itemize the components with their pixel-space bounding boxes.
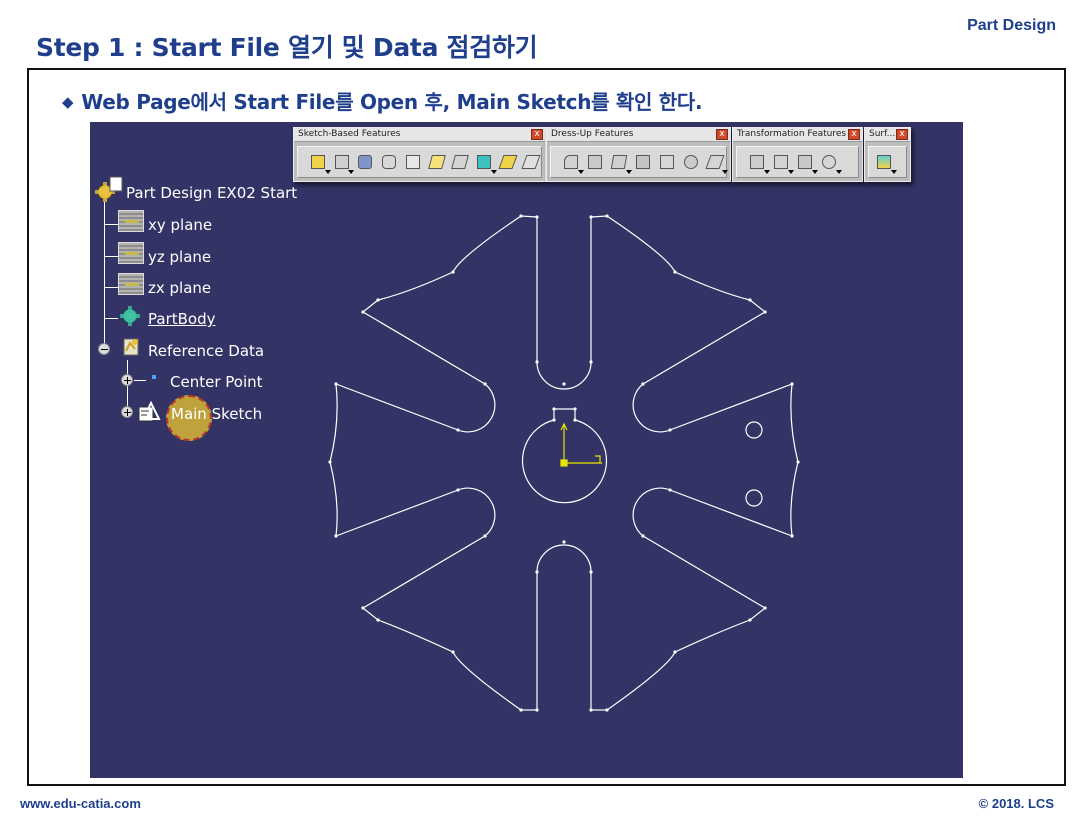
toolbar-buttons — [736, 146, 859, 178]
shaft-icon — [358, 155, 373, 169]
hole-icon — [405, 155, 420, 169]
tree-item-zx-plane[interactable]: zx plane — [148, 279, 211, 297]
toolbar-title: Dress-Up Features — [551, 129, 634, 139]
draft-button[interactable] — [609, 152, 632, 174]
outer-arc-top-left — [377, 215, 522, 301]
outer-arc-right — [790, 383, 799, 537]
rib-button[interactable] — [427, 152, 447, 172]
toolbar-dress-up-features[interactable]: Dress-Up Features x — [546, 127, 731, 182]
instruction-line: ◆ Web Page에서 Start File를 Open 후, Main Ske… — [62, 86, 703, 115]
pattern-icon — [798, 155, 812, 169]
thickness-icon — [660, 155, 674, 169]
split-button[interactable] — [874, 152, 897, 174]
thickness-button[interactable] — [657, 152, 677, 172]
chamfer-icon — [588, 155, 602, 169]
translation-icon — [750, 155, 764, 169]
slot-button[interactable] — [450, 152, 470, 172]
yz-plane-icon — [118, 242, 144, 264]
removed-multi-section-icon — [521, 155, 541, 169]
translation-button[interactable] — [747, 152, 770, 174]
close-icon[interactable]: x — [716, 129, 728, 140]
stiffener-button[interactable] — [474, 152, 497, 174]
shell-icon — [636, 155, 650, 169]
outer-arc-bottom-right — [606, 607, 766, 711]
hole-button[interactable] — [403, 152, 423, 172]
outer-arc-top-right — [606, 215, 751, 301]
toolbar-surface-based[interactable]: Surf... x — [864, 127, 911, 182]
upper-left-slot — [335, 311, 496, 433]
stiffener-icon — [476, 155, 491, 169]
document-icon — [109, 176, 123, 192]
groove-button[interactable] — [379, 152, 399, 172]
multi-section-solid-button[interactable] — [498, 152, 518, 172]
toolbar-title-bar[interactable]: Surf... x — [865, 128, 910, 142]
tree-item-center-point[interactable]: Center Point — [170, 373, 263, 391]
scaling-button[interactable] — [819, 152, 842, 174]
toolbar-buttons — [550, 146, 728, 178]
tree-item-reference-data[interactable]: Reference Data — [148, 342, 264, 360]
multi-section-solid-icon — [498, 155, 518, 169]
outer-arc-bottom-left — [362, 607, 522, 711]
toolbar-title-bar[interactable]: Transformation Features x — [733, 128, 862, 142]
hole-upper — [745, 421, 763, 439]
zx-plane-icon — [118, 273, 144, 295]
chamfer-button[interactable] — [585, 152, 605, 172]
mirror-button[interactable] — [771, 152, 794, 174]
tree-item-xy-plane[interactable]: xy plane — [148, 216, 212, 234]
bullet-diamond-icon: ◆ — [62, 93, 74, 111]
close-icon[interactable]: x — [848, 129, 860, 140]
toolbar-transformation-features[interactable]: Transformation Features x — [732, 127, 863, 182]
point-icon — [152, 375, 156, 379]
footer-website: www.edu-catia.com — [20, 796, 141, 811]
lower-left-slot — [335, 487, 496, 609]
close-icon[interactable]: x — [531, 129, 543, 140]
shaft-button[interactable] — [355, 152, 375, 172]
toolbar-title: Transformation Features — [737, 129, 847, 139]
specification-tree: Part Design EX02 Start xy plane yz plane… — [90, 122, 350, 442]
tree-item-yz-plane[interactable]: yz plane — [148, 248, 211, 266]
rib-icon — [427, 155, 446, 169]
edge-fillet-button[interactable] — [561, 152, 584, 174]
tree-root-label[interactable]: Part Design EX02 Start — [126, 184, 297, 202]
toolbar-title: Surf... — [869, 129, 896, 139]
product-label: Part Design — [967, 17, 1056, 34]
hole-lower — [745, 489, 763, 507]
upper-right-slot — [632, 311, 793, 433]
footer-copyright: © 2018. LCS — [978, 796, 1054, 811]
sketch-icon — [138, 401, 161, 422]
thread-icon — [684, 155, 698, 169]
xy-plane-icon — [118, 210, 144, 232]
sketch-axis-icon — [560, 422, 602, 467]
partbody-gear-icon — [120, 306, 140, 326]
lower-right-slot — [632, 487, 793, 609]
removed-multi-section-button[interactable] — [521, 152, 541, 172]
draft-icon — [610, 155, 628, 169]
edge-fillet-icon — [564, 155, 578, 169]
expand-icon[interactable] — [121, 374, 133, 386]
remove-face-icon — [705, 155, 725, 169]
slide-title: Step 1 : Start File 열기 및 Data 점검하기 — [36, 33, 538, 62]
tree-item-main-sketch[interactable]: Main Sketch — [171, 405, 262, 423]
close-icon[interactable]: x — [896, 129, 908, 140]
tree-item-partbody[interactable]: PartBody — [148, 310, 215, 328]
pattern-button[interactable] — [795, 152, 818, 174]
split-icon — [877, 155, 891, 169]
remove-face-button[interactable] — [705, 152, 728, 174]
scaling-icon — [822, 155, 836, 169]
bottom-slot — [536, 544, 592, 710]
shell-button[interactable] — [633, 152, 653, 172]
catia-viewport[interactable]: Sketch-Based Features x Dress-Up Feature… — [90, 122, 963, 778]
thread-button[interactable] — [681, 152, 701, 172]
collapse-icon[interactable] — [98, 343, 110, 355]
toolbar-buttons — [868, 146, 907, 178]
geometrical-set-icon — [123, 338, 139, 356]
mirror-icon — [774, 155, 788, 169]
expand-icon[interactable] — [121, 406, 133, 418]
instruction-text: Web Page에서 Start File를 Open 후, Main Sket… — [81, 90, 703, 114]
toolbar-title-bar[interactable]: Dress-Up Features x — [547, 128, 730, 142]
slot-icon — [451, 155, 470, 169]
top-slot — [536, 217, 592, 390]
groove-icon — [382, 155, 397, 169]
